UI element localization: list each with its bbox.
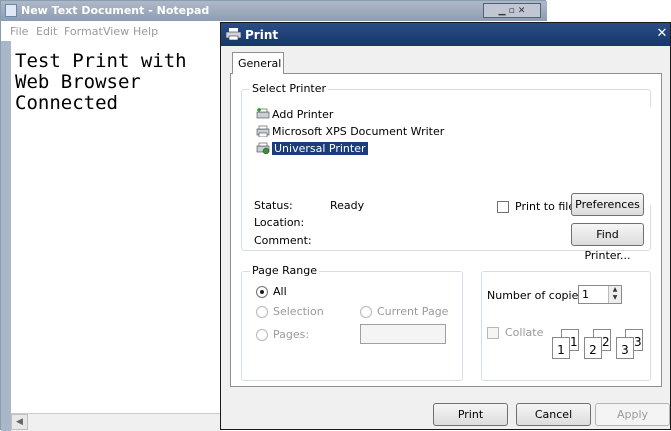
print-dialog-title: Print (245, 28, 279, 42)
preferences-button[interactable]: Preferences (571, 193, 644, 216)
collate-label[interactable]: Collate (505, 326, 543, 339)
collate-checkbox[interactable] (487, 327, 499, 339)
range-all-label[interactable]: All (273, 285, 287, 298)
text-line: Connected (15, 92, 118, 114)
text-line: Test Print with (15, 50, 187, 72)
pages-input[interactable] (360, 324, 446, 344)
range-all-radio[interactable] (256, 286, 268, 298)
print-dialog: Print ✕ General Select Printer Add Print… (220, 22, 671, 430)
horizontal-scrollbar[interactable]: ◀ (11, 413, 223, 431)
page-back-number: 1 (570, 335, 578, 349)
copies-label: Number of copies: (487, 289, 588, 302)
print-dialog-title-bar[interactable]: Print ✕ (221, 23, 670, 46)
printer-item-xps[interactable]: Microsoft XPS Document Writer (256, 124, 444, 140)
print-to-file-label[interactable]: Print to file (515, 200, 575, 213)
add-printer-icon (256, 108, 270, 119)
page-back-number: 2 (602, 335, 610, 349)
page-range-label: Page Range (250, 264, 319, 277)
notepad-title: New Text Document - Notepad (21, 4, 210, 17)
range-selection-label[interactable]: Selection (273, 305, 324, 318)
spinner-arrows-icon[interactable]: ▲ ▼ (608, 286, 621, 303)
print-button[interactable]: Print (433, 403, 508, 426)
page-front: 2 (584, 337, 602, 359)
cancel-button[interactable]: Cancel (516, 403, 591, 426)
text-line: Web Browser (15, 71, 141, 93)
scroll-left-arrow-icon[interactable]: ◀ (11, 414, 28, 430)
collate-pages-icon: 1 1 2 2 3 3 (552, 329, 648, 363)
network-printer-icon (256, 142, 270, 154)
range-pages-label[interactable]: Pages: (273, 328, 309, 341)
notepad-title-bar[interactable]: New Text Document - Notepad ▁ ▫ ✕ (1, 1, 547, 21)
printer-list[interactable]: Add Printer Microsoft XPS Document Write… (256, 107, 651, 205)
menu-format[interactable]: Format (64, 25, 103, 38)
comment-label: Comment: (254, 234, 312, 247)
select-printer-label: Select Printer (250, 82, 329, 95)
printer-name: Add Printer (272, 108, 334, 121)
find-printer-button[interactable]: Find Printer... (571, 223, 644, 262)
page-back-number: 3 (634, 335, 642, 349)
status-label: Status: (254, 199, 293, 212)
printer-icon (226, 28, 241, 40)
range-current-page-label[interactable]: Current Page (377, 305, 448, 318)
notepad-text-area[interactable]: Test Print with Web Browser Connected (15, 51, 187, 114)
tab-general-label: General (238, 57, 282, 70)
menu-view[interactable]: View (103, 25, 129, 38)
notepad-icon (5, 4, 17, 17)
range-pages-radio[interactable] (256, 329, 268, 341)
printer-item-add-printer[interactable]: Add Printer (256, 107, 333, 123)
printer-name: Universal Printer (272, 142, 368, 155)
printer-icon (256, 125, 270, 137)
tab-general[interactable]: General (232, 52, 284, 74)
printer-name: Microsoft XPS Document Writer (272, 125, 445, 138)
copies-value: 1 (582, 288, 589, 301)
location-label: Location: (254, 216, 305, 229)
page-front: 1 (552, 337, 570, 359)
close-icon[interactable]: ✕ (655, 27, 669, 41)
printer-item-universal[interactable]: Universal Printer (256, 141, 368, 157)
notepad-left-border (1, 41, 11, 431)
range-current-page-radio[interactable] (360, 306, 372, 318)
print-to-file-checkbox[interactable] (497, 201, 509, 213)
apply-button[interactable]: Apply (595, 403, 670, 426)
range-selection-radio[interactable] (256, 306, 268, 318)
menu-help[interactable]: Help (133, 25, 158, 38)
menu-file[interactable]: File (10, 25, 28, 38)
status-value: Ready (330, 199, 365, 212)
radio-selected-dot (260, 290, 264, 294)
page-front: 3 (616, 337, 634, 359)
window-controls[interactable]: ▁ ▫ ✕ (483, 3, 541, 18)
menu-edit[interactable]: Edit (36, 25, 57, 38)
copies-spinner[interactable]: 1 ▲ ▼ (578, 285, 622, 304)
